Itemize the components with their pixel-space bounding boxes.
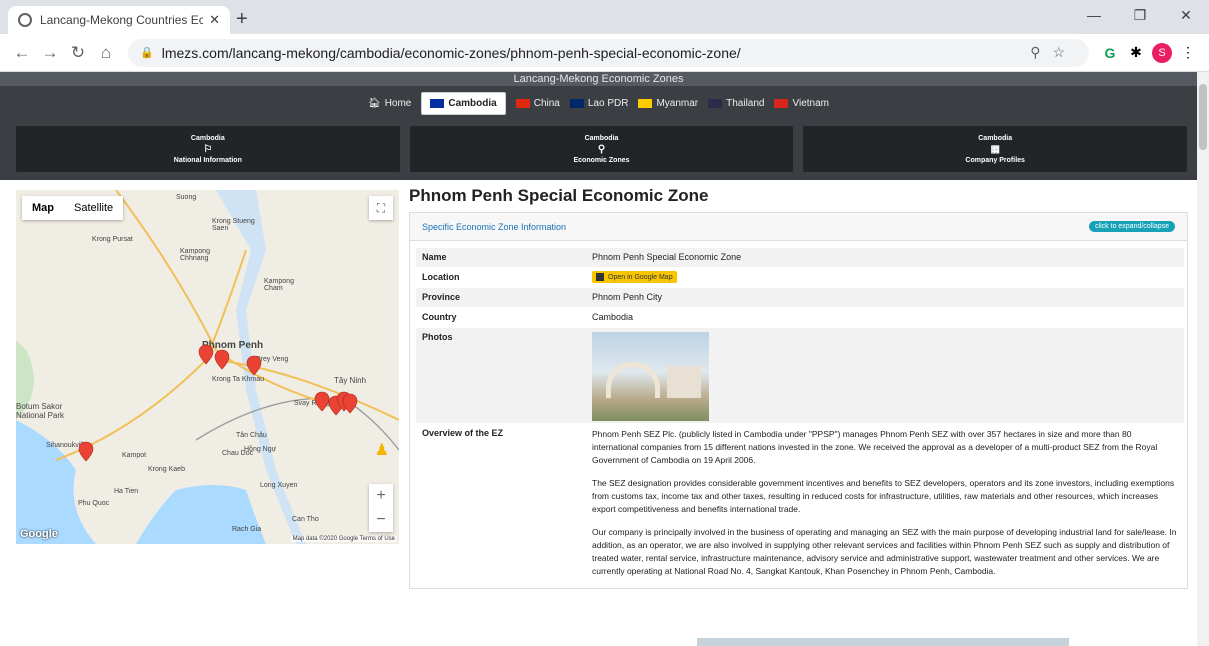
- map-marker-icon: [246, 355, 262, 376]
- address-bar[interactable]: 🔒 lmezs.com/lancang-mekong/cambodia/econ…: [128, 38, 1089, 67]
- row-label: Location: [416, 267, 586, 288]
- zone-photo[interactable]: [592, 332, 709, 421]
- cambodia-flag-icon: [430, 98, 445, 108]
- forward-icon[interactable]: →: [36, 43, 64, 63]
- browser-toolbar: ← → ↻ ⌂ 🔒 lmezs.com/lancang-mekong/cambo…: [0, 34, 1209, 72]
- browser-tab-strip: Lancang-Mekong Countries Econ ✕ + — ❐ ✕: [0, 0, 1209, 34]
- expand-collapse-toggle[interactable]: click to expand/collapse: [1089, 221, 1175, 232]
- zoom-and-star-icons[interactable]: ⚲☆: [1030, 44, 1077, 61]
- page-content: Lancang-Mekong Economic Zones 🏠︎ Home Cam…: [0, 72, 1197, 646]
- flag-icon: ⚐: [203, 143, 213, 155]
- zone-info-table: Name Phnom Penh Special Economic Zone Lo…: [416, 247, 1184, 588]
- map-marker-icon: [78, 441, 94, 462]
- nav-lao[interactable]: Lao PDR: [569, 98, 628, 109]
- lao-flag-icon: [569, 98, 584, 108]
- browser-tab[interactable]: Lancang-Mekong Countries Econ ✕: [8, 6, 230, 34]
- panel-header[interactable]: Specific Economic Zone Information click…: [410, 213, 1187, 241]
- table-row: Photos: [416, 327, 1184, 424]
- table-row: Location Open in Google Map: [416, 267, 1184, 288]
- country-value: Cambodia: [586, 307, 1184, 328]
- info-panel: Specific Economic Zone Information click…: [409, 212, 1188, 589]
- site-title: Lancang-Mekong Economic Zones: [0, 72, 1197, 86]
- nav-china[interactable]: China: [515, 98, 560, 109]
- thailand-flag-icon: [708, 98, 723, 108]
- page-title: Phnom Penh Special Economic Zone: [409, 186, 709, 205]
- lock-icon[interactable]: 🔒: [140, 46, 154, 59]
- map-marker-icon: [214, 349, 230, 370]
- table-row: Province Phnom Penh City: [416, 287, 1184, 308]
- profile-avatar[interactable]: S: [1149, 40, 1175, 66]
- zone-name-value: Phnom Penh Special Economic Zone: [586, 247, 1184, 268]
- map-marker-icon: ⚲: [597, 143, 606, 155]
- country-nav: 🏠︎ Home Cambodia China Lao PDR Myanmar Th…: [0, 86, 1197, 120]
- nav-myanmar[interactable]: Myanmar: [638, 98, 698, 109]
- map-icon: [596, 273, 604, 281]
- reload-icon[interactable]: ↻: [64, 43, 92, 63]
- overview-image: [697, 638, 1069, 646]
- overview-paragraph: The SEZ designation provides considerabl…: [592, 478, 1175, 514]
- zone-details: Phnom Penh Special Economic Zone Specifi…: [409, 186, 1188, 589]
- back-icon[interactable]: ←: [8, 43, 36, 63]
- page-scrollbar[interactable]: [1197, 72, 1209, 646]
- globe-icon: [18, 13, 32, 27]
- map-markers: [78, 344, 358, 462]
- table-row: Name Phnom Penh Special Economic Zone: [416, 247, 1184, 268]
- nav-home[interactable]: 🏠︎ Home: [368, 98, 411, 109]
- card-economic-zones[interactable]: Cambodia ⚲ Economic Zones: [409, 126, 794, 172]
- overview-paragraph: Phnom Penh SEZ Plc. (publicly listed in …: [592, 429, 1158, 465]
- myanmar-flag-icon: [638, 98, 653, 108]
- row-label: Province: [416, 287, 586, 308]
- table-row: Country Cambodia: [416, 307, 1184, 328]
- nav-cambodia[interactable]: Cambodia: [421, 91, 506, 115]
- row-label: Photos: [416, 327, 586, 424]
- tab-title: Lancang-Mekong Countries Econ: [40, 13, 204, 27]
- card-national-information[interactable]: Cambodia ⚐ National Information: [16, 126, 400, 172]
- menu-kebab-icon[interactable]: ⋮: [1175, 40, 1201, 66]
- table-row: Overview of the EZ Phnom Penh SEZ Plc. (…: [416, 423, 1184, 588]
- google-map[interactable]: Phnom Penh Krong Ta Khmau Prey Veng Tây …: [16, 190, 399, 544]
- row-label: Overview of the EZ: [416, 423, 586, 588]
- nav-vietnam[interactable]: Vietnam: [774, 98, 829, 109]
- card-company-profiles[interactable]: Cambodia ▦ Company Profiles: [803, 126, 1188, 172]
- window-close-icon[interactable]: ✕: [1163, 0, 1209, 30]
- row-label: Country: [416, 307, 586, 328]
- map-marker-icon: [314, 391, 330, 412]
- overview-text: Phnom Penh SEZ Plc. (publicly listed in …: [586, 423, 1184, 588]
- new-tab-button[interactable]: +: [236, 8, 248, 31]
- panel-title: Specific Economic Zone Information: [422, 221, 567, 232]
- open-google-map-button[interactable]: Open in Google Map: [592, 271, 677, 283]
- map-marker-icon: [198, 344, 214, 365]
- url-text: lmezs.com/lancang-mekong/cambodia/econom…: [161, 44, 741, 61]
- vietnam-flag-icon: [774, 98, 789, 108]
- extension-grammarly-icon[interactable]: G: [1097, 40, 1123, 66]
- close-icon[interactable]: ✕: [209, 12, 220, 28]
- nav-thailand[interactable]: Thailand: [708, 98, 764, 109]
- building-icon: ▦: [990, 143, 1000, 155]
- province-value: Phnom Penh City: [586, 287, 1184, 308]
- restore-icon[interactable]: ❐: [1117, 0, 1163, 30]
- china-flag-icon: [515, 98, 530, 108]
- section-cards: Cambodia ⚐ National Information Cambodia…: [0, 120, 1197, 180]
- home-icon[interactable]: ⌂: [92, 43, 120, 63]
- home-nav-icon: 🏠︎: [367, 97, 381, 109]
- row-label: Name: [416, 247, 586, 268]
- overview-paragraph: Our company is principally involved in t…: [592, 527, 1177, 576]
- minimize-icon[interactable]: —: [1071, 0, 1117, 30]
- extensions-puzzle-icon[interactable]: ✱: [1123, 40, 1149, 66]
